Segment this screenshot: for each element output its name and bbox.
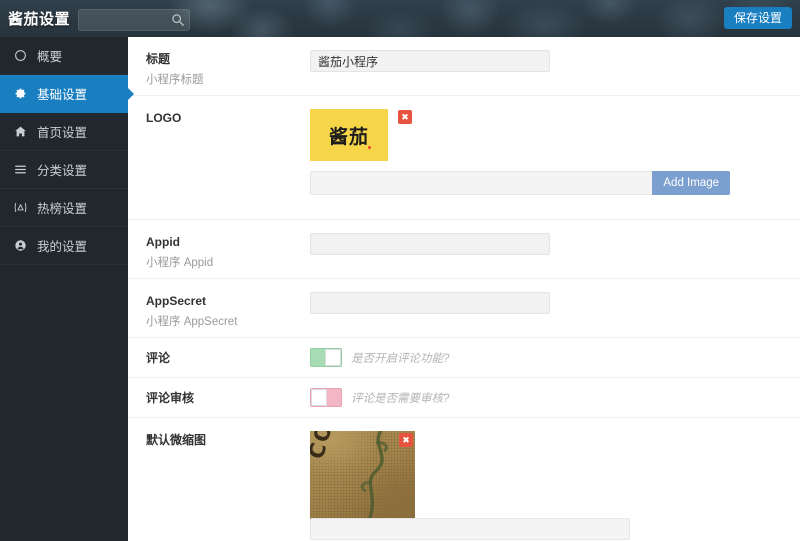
row-control-group (310, 279, 800, 337)
row-label-group: 标题 小程序标题 (128, 37, 310, 95)
list-icon (12, 161, 29, 178)
sidebar: 概要 基础设置 首页设置 (0, 37, 128, 541)
comment-toggle[interactable] (310, 348, 342, 367)
sidebar-item-label: 分类设置 (37, 160, 87, 179)
sidebar-item-label: 我的设置 (37, 236, 87, 255)
delete-thumbnail-button[interactable]: ✖ (399, 433, 413, 447)
row-label-group: 默认微缩图 (128, 418, 310, 541)
sidebar-item-my-settings[interactable]: 我的设置 (0, 227, 128, 265)
sidebar-item-home-settings[interactable]: 首页设置 (0, 113, 128, 151)
sidebar-item-label: 热榜设置 (37, 198, 87, 217)
field-description: 评论是否需要审核? (351, 390, 449, 406)
toggle-knob (311, 389, 327, 406)
sidebar-item-basic-settings[interactable]: 基础设置 (0, 75, 128, 113)
sidebar-item-label: 基础设置 (37, 84, 87, 103)
field-label: 标题 (146, 51, 310, 67)
chart-icon (12, 199, 29, 216)
page-title: 酱茄设置 (8, 8, 70, 29)
app-window: 酱茄设置 保存设置 概要 (0, 0, 800, 541)
search-input[interactable] (79, 10, 177, 30)
row-control-group (310, 220, 800, 278)
row-control-group: 评论是否需要审核? (310, 378, 800, 417)
logo-preview: 酱茄 ✖ (310, 109, 388, 161)
top-header: 酱茄设置 保存设置 (0, 0, 800, 37)
row-control-group: 酱茄 ✖ Add Image (310, 96, 800, 219)
search-box[interactable] (78, 9, 190, 31)
user-icon (12, 237, 29, 254)
form-row-appsecret: AppSecret 小程序 AppSecret (128, 279, 800, 338)
sidebar-item-hot-list-settings[interactable]: 热榜设置 (0, 189, 128, 227)
sidebar-item-overview[interactable]: 概要 (0, 37, 128, 75)
settings-form: 标题 小程序标题 LOGO 酱茄 ✖ (128, 37, 800, 541)
sidebar-item-label: 概要 (37, 46, 62, 65)
logo-upload-line: Add Image (310, 171, 730, 195)
appid-input[interactable] (310, 233, 550, 255)
form-row-appid: Appid 小程序 Appid (128, 220, 800, 279)
comment-toggle-group: 是否开启评论功能? (310, 348, 800, 367)
form-row-comment-review: 评论审核 评论是否需要审核? (128, 378, 800, 418)
sidebar-item-category-settings[interactable]: 分类设置 (0, 151, 128, 189)
save-settings-button[interactable]: 保存设置 (724, 7, 792, 29)
title-input[interactable] (310, 50, 550, 72)
field-label: 评论 (146, 350, 310, 366)
comment-review-toggle-group: 评论是否需要审核? (310, 388, 800, 407)
field-description: 是否开启评论功能? (351, 350, 449, 366)
field-description: 小程序 AppSecret (146, 315, 310, 330)
form-row-default-thumbnail: 默认微缩图 COFFEE ✖ (128, 418, 800, 541)
add-image-button[interactable]: Add Image (652, 171, 730, 195)
form-row-comment: 评论 是否开启评论功能? (128, 338, 800, 378)
row-label-group: 评论审核 (128, 378, 310, 417)
row-control-group: COFFEE ✖ (310, 418, 800, 541)
comment-review-toggle[interactable] (310, 388, 342, 407)
form-row-logo: LOGO 酱茄 ✖ Add Image (128, 96, 800, 220)
field-description: 小程序标题 (146, 73, 310, 88)
field-label: AppSecret (146, 293, 310, 309)
circle-icon (12, 47, 29, 64)
home-icon (12, 123, 29, 140)
search-icon[interactable] (171, 13, 185, 27)
logo-dot-icon (368, 146, 371, 149)
row-label-group: Appid 小程序 Appid (128, 220, 310, 278)
logo-image: 酱茄 (310, 109, 388, 161)
field-label: 评论审核 (146, 390, 310, 406)
field-description: 小程序 Appid (146, 256, 310, 271)
delete-logo-button[interactable]: ✖ (398, 110, 412, 124)
field-label: Appid (146, 234, 310, 250)
field-label: LOGO (146, 110, 310, 126)
gear-icon (12, 85, 29, 102)
row-label-group: LOGO (128, 96, 310, 219)
appsecret-input[interactable] (310, 292, 550, 314)
row-label-group: 评论 (128, 338, 310, 377)
field-label: 默认微缩图 (146, 432, 310, 448)
sidebar-item-label: 首页设置 (37, 122, 87, 141)
logo-image-text: 酱茄 (329, 122, 369, 149)
form-row-title: 标题 小程序标题 (128, 37, 800, 96)
row-label-group: AppSecret 小程序 AppSecret (128, 279, 310, 337)
toggle-knob (325, 349, 341, 366)
thumbnail-preview: COFFEE ✖ (310, 431, 415, 521)
row-control-group (310, 37, 800, 95)
thumbnail-upload-field[interactable] (310, 518, 630, 540)
row-control-group: 是否开启评论功能? (310, 338, 800, 377)
